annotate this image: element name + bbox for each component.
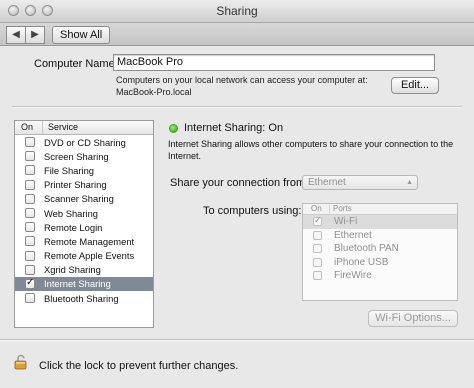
share-from-value: Ethernet (308, 177, 346, 188)
service-row[interactable]: Web Sharing (15, 206, 153, 220)
hint-line-2: MacBook-Pro.local (116, 87, 192, 97)
hint-line-1: Computers on your local network can acce… (116, 75, 368, 85)
service-row[interactable]: Bluetooth Sharing (15, 291, 153, 305)
port-row: iPhone USB (303, 256, 457, 270)
computer-name-label: Computer Name: (34, 58, 118, 70)
services-header: On Service (15, 121, 153, 135)
lock-open-icon[interactable] (14, 354, 30, 370)
wifi-options-button[interactable]: Wi-Fi Options... (368, 310, 458, 327)
service-label: Xgrid Sharing (44, 264, 101, 276)
service-description: Internet Sharing allows other computers … (168, 139, 458, 162)
service-label: File Sharing (44, 164, 95, 176)
checkmark-icon: ✓ (314, 215, 322, 226)
service-label: Internet Sharing (44, 278, 111, 290)
col-on-header[interactable]: On (15, 121, 43, 134)
sharing-status: Internet Sharing: On (184, 122, 284, 134)
service-label: Bluetooth Sharing (44, 292, 119, 304)
port-row: Ethernet (303, 229, 457, 243)
service-label: Remote Login (44, 221, 103, 233)
port-row: Bluetooth PAN (303, 242, 457, 256)
ports-header: On Ports (303, 204, 457, 215)
service-checkbox[interactable] (25, 236, 35, 247)
description-line-1: Internet Sharing allows other computers … (168, 139, 454, 149)
service-label: Printer Sharing (44, 179, 107, 191)
service-checkbox[interactable] (25, 151, 35, 162)
services-list[interactable]: On Service DVD or CD Sharing Screen Shari… (14, 120, 154, 328)
share-from-label: Share your connection from: (170, 177, 309, 189)
service-checkbox[interactable] (25, 293, 35, 304)
computer-name-field[interactable]: MacBook Pro (113, 54, 435, 71)
port-checkbox (313, 244, 322, 254)
service-checkbox[interactable] (25, 137, 35, 148)
port-label: FireWire (334, 270, 372, 282)
service-label: Screen Sharing (44, 150, 109, 162)
service-label: Scanner Sharing (44, 193, 114, 205)
service-checkbox[interactable] (25, 264, 35, 275)
port-label: iPhone USB (334, 256, 389, 268)
ports-col-on: On (303, 204, 330, 214)
ports-col-ports: Ports (333, 204, 352, 213)
toolbar: ◀ ▶ Show All (0, 23, 474, 46)
service-row[interactable]: Remote Management (15, 234, 153, 248)
service-checkbox[interactable] (25, 165, 35, 176)
lock-message: Click the lock to prevent further change… (39, 360, 239, 372)
service-row[interactable]: Printer Sharing (15, 178, 153, 192)
service-row[interactable]: Remote Login (15, 220, 153, 234)
port-checkbox: ✓ (313, 215, 322, 227)
show-all-button[interactable]: Show All (52, 26, 111, 44)
service-checkbox[interactable]: ✓ (25, 276, 35, 289)
checkmark-icon: ✓ (26, 276, 35, 288)
computer-name-hint: Computers on your local network can acce… (116, 74, 376, 98)
service-label: Remote Apple Events (44, 250, 135, 262)
service-row[interactable]: ✓ Internet Sharing (15, 276, 153, 292)
ports-rows: ✓ Wi-Fi Ethernet Bluetooth PAN iPhone USB Fir… (303, 215, 457, 283)
service-checkbox[interactable] (25, 193, 35, 204)
service-row[interactable]: Screen Sharing (15, 149, 153, 163)
bottom-divider (0, 339, 474, 341)
port-label: Bluetooth PAN (334, 243, 399, 255)
service-checkbox[interactable] (25, 208, 35, 219)
ports-list[interactable]: On Ports ✓ Wi-Fi Ethernet Bluetooth PAN iPho… (302, 203, 458, 301)
port-checkbox (313, 257, 322, 267)
back-button[interactable]: ◀ (6, 26, 26, 44)
description-line-2: Internet. (168, 150, 202, 161)
col-service-header[interactable]: Service (43, 121, 78, 134)
section-divider (12, 106, 462, 108)
service-row[interactable]: DVD or CD Sharing (15, 135, 153, 149)
service-row[interactable]: File Sharing (15, 163, 153, 177)
nav-buttons: ◀ ▶ (6, 26, 45, 44)
service-label: Web Sharing (44, 207, 99, 219)
forward-button[interactable]: ▶ (26, 26, 45, 44)
service-checkbox[interactable] (25, 250, 35, 261)
service-label: DVD or CD Sharing (44, 136, 126, 148)
service-checkbox[interactable] (25, 179, 35, 190)
to-computers-label: To computers using: (203, 205, 302, 217)
port-row: ✓ Wi-Fi (303, 215, 457, 229)
service-row[interactable]: Remote Apple Events (15, 249, 153, 263)
port-label: Ethernet (334, 229, 372, 241)
service-checkbox[interactable] (25, 222, 35, 233)
port-label: Wi-Fi (334, 216, 358, 228)
window-title: Sharing (216, 4, 258, 18)
updown-arrows-icon: ▲ (406, 179, 413, 186)
port-checkbox (313, 271, 322, 281)
status-dot-icon (169, 124, 178, 133)
port-row: FireWire (303, 269, 457, 283)
service-row[interactable]: Scanner Sharing (15, 192, 153, 206)
services-rows: DVD or CD Sharing Screen Sharing File Shar… (15, 135, 153, 305)
edit-button[interactable]: Edit... (391, 77, 439, 94)
service-label: Remote Management (44, 235, 135, 247)
port-checkbox (313, 230, 322, 240)
service-row[interactable]: Xgrid Sharing (15, 263, 153, 277)
title-bar: Sharing (0, 0, 474, 23)
share-from-select[interactable]: Ethernet ▲ (302, 175, 418, 190)
